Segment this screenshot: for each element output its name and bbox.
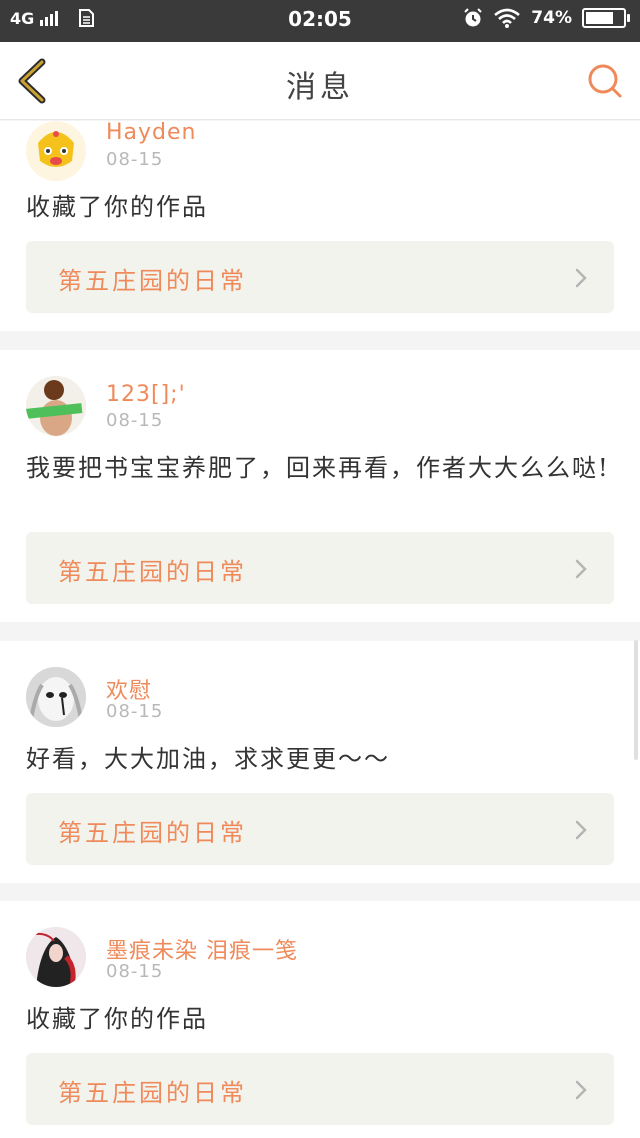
message-text: 好看，大大加油，求求更更～～ [26,745,390,773]
work-title: 第五庄园的日常 [58,1079,247,1107]
chevron-right-icon [575,1080,587,1100]
message-text: 收藏了你的作品 [26,1005,208,1033]
work-link[interactable]: 第五庄园的日常 [26,532,614,604]
wifi-icon [494,8,521,28]
message-date: 08-15 [106,149,164,170]
avatar-image [26,376,86,436]
message-date: 08-15 [106,410,164,431]
page-title: 消息 [286,70,354,105]
nav-bar: 消息 [0,42,640,120]
scrollbar[interactable] [634,640,638,760]
avatar-image [26,121,86,181]
message-text: 收藏了你的作品 [26,193,208,221]
chevron-right-icon [575,268,587,288]
avatar[interactable] [26,667,86,727]
avatar-image [26,667,86,727]
work-link[interactable]: 第五庄园的日常 [26,241,614,313]
battery-fill [586,12,613,24]
chevron-right-icon [575,559,587,579]
message-text: 我要把书宝宝养肥了，回来再看，作者大大么么哒! [26,454,610,482]
work-title: 第五庄园的日常 [58,267,247,295]
chevron-right-icon [575,820,587,840]
status-right: 74% [463,8,630,28]
alarm-icon [464,8,483,27]
search-icon[interactable] [586,62,624,100]
message-card: 欢慰 08-15 好看，大大加油，求求更更～～ 第五庄园的日常 [0,641,640,883]
avatar[interactable] [26,376,86,436]
message-date: 08-15 [106,701,164,722]
message-card: Hayden 08-15 收藏了你的作品 第五庄园的日常 [0,120,640,331]
status-bar: 4G 02:05 74% [0,0,640,42]
avatar[interactable] [26,121,86,181]
work-link[interactable]: 第五庄园的日常 [26,793,614,865]
battery-icon [582,8,630,28]
avatar-image [26,927,86,987]
username[interactable]: Hayden [106,120,197,145]
avatar[interactable] [26,927,86,987]
message-date: 08-15 [106,961,164,982]
work-title: 第五庄园的日常 [58,819,247,847]
work-link[interactable]: 第五庄园的日常 [26,1053,614,1125]
username[interactable]: 123[];' [106,382,186,407]
message-card: 123[];' 08-15 我要把书宝宝养肥了，回来再看，作者大大么么哒! 第五… [0,350,640,622]
work-title: 第五庄园的日常 [58,558,247,586]
battery-percent: 74% [531,8,572,28]
message-card: 墨痕未染 泪痕一笺 08-15 收藏了你的作品 第五庄园的日常 [0,901,640,1138]
